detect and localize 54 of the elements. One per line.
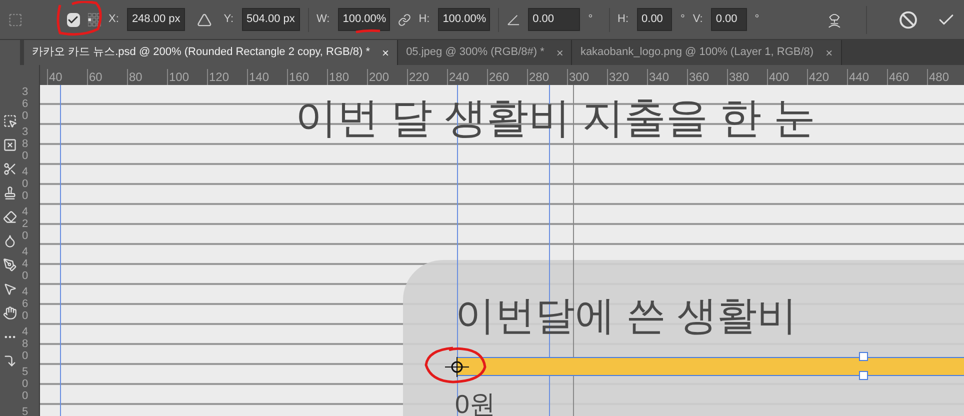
eraser-icon[interactable] — [3, 210, 17, 224]
tab-label: kakaobank_logo.png @ 100% (Layer 1, RGB/8) — [580, 45, 814, 60]
number-field[interactable]: 504.00 px — [242, 8, 300, 31]
ruler-label: 400 — [21, 166, 30, 204]
field-label: H: — [418, 12, 430, 28]
ruler-label: 380 — [21, 126, 30, 164]
number-field[interactable]: 100.00% — [438, 8, 490, 31]
document-tab[interactable]: 05.jpeg @ 300% (RGB/8#) * × — [398, 40, 572, 65]
pen-icon[interactable] — [3, 258, 17, 272]
selection-handle[interactable] — [859, 371, 868, 380]
field-label: ° — [680, 12, 685, 28]
number-field[interactable]: 0.00 — [710, 8, 747, 31]
checkbox[interactable] — [66, 12, 80, 26]
ruler-label: 360 — [21, 86, 30, 124]
number-field[interactable]: 248.00 px — [126, 8, 185, 31]
cancel-icon[interactable] — [898, 10, 918, 30]
crosshair-icon[interactable] — [445, 357, 469, 377]
field-label: H: — [618, 12, 629, 28]
ruler-label: 460 — [21, 286, 30, 324]
ruler-label: 440 — [21, 246, 30, 284]
corner-arrow-icon[interactable] — [3, 354, 17, 368]
annotation-underline — [355, 29, 381, 34]
number-field[interactable]: 0.00 — [636, 8, 672, 31]
field-label: ° — [754, 12, 760, 28]
stamp-icon[interactable] — [3, 186, 17, 200]
selection-handle[interactable] — [859, 352, 868, 361]
link-icon[interactable] — [398, 12, 411, 26]
tab-label: 05.jpeg @ 300% (RGB/8#) * — [406, 45, 544, 60]
field-label: Y: — [224, 12, 234, 28]
field-label: ° — [588, 12, 593, 28]
field-label: X: — [108, 12, 119, 28]
angle-icon — [506, 14, 520, 26]
ruler-label: 5 — [21, 406, 30, 416]
number-field[interactable]: 0.00 — [528, 8, 580, 31]
tab-label: 카카오 카드 뉴스.psd @ 200% (Rounded Rectangle 2 copy, RGB/8) * — [32, 45, 370, 60]
frame-icon[interactable] — [3, 138, 17, 152]
ruler-label: 500 — [21, 366, 30, 404]
ruler-label: 480 — [21, 326, 30, 364]
close-tab-button[interactable]: × — [382, 44, 390, 62]
field-label: V: — [692, 12, 703, 28]
scissors-icon[interactable] — [3, 162, 17, 176]
number-field[interactable]: 100.00% — [338, 8, 390, 31]
close-tab-button[interactable]: × — [556, 44, 564, 62]
hand-icon[interactable] — [3, 306, 17, 320]
field-label: W: — [316, 12, 330, 28]
close-tab-button[interactable]: × — [826, 44, 833, 62]
selection-tool-icon[interactable] — [3, 114, 17, 128]
document-tab[interactable]: kakaobank_logo.png @ 100% (Layer 1, RGB/8) × — [572, 40, 842, 65]
pointer-icon[interactable] — [3, 282, 17, 296]
document-tab[interactable]: 카카오 카드 뉴스.psd @ 200% (Rounded Rectangle 2 copy, RGB/8) * × — [24, 40, 398, 65]
ruler-label: 420 — [21, 206, 30, 244]
droplet-icon[interactable] — [3, 234, 17, 248]
reference-point-icon[interactable] — [88, 12, 101, 26]
delta-icon[interactable] — [196, 12, 212, 28]
